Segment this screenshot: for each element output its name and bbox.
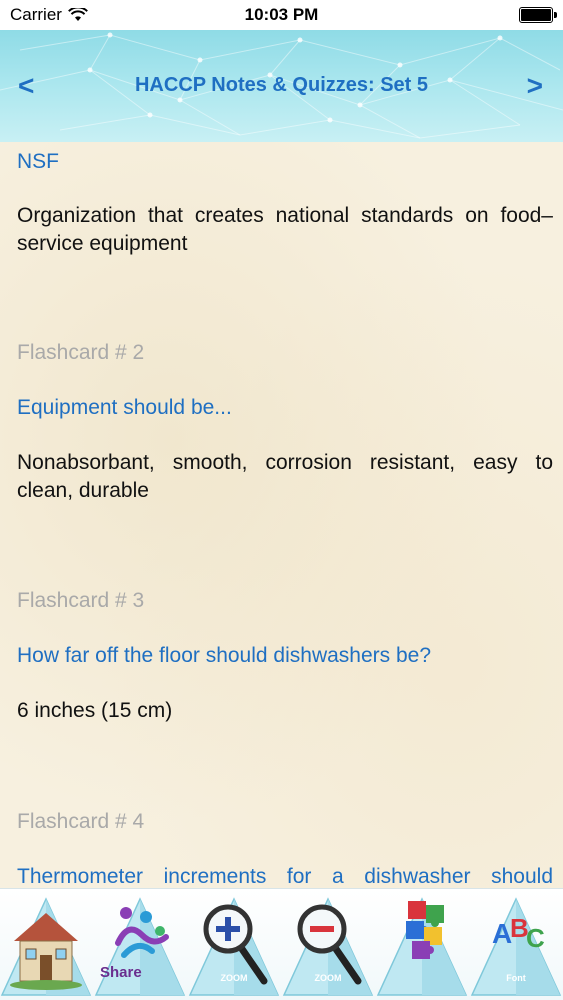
flashcard-list[interactable]: NSF Organization that creates national s…	[0, 142, 563, 888]
share-icon	[94, 897, 186, 996]
next-button[interactable]: >	[527, 70, 543, 102]
page-title: HACCP Notes & Quizzes: Set 5	[134, 74, 429, 96]
flashcard-answer: 6 inches (15 cm)	[17, 699, 173, 722]
flashcard-2: Flashcard # 2 Equipment should be... Non…	[17, 339, 553, 505]
share-label: Share	[100, 964, 142, 981]
flashcard-answer: Organization that creates national stand…	[17, 204, 553, 255]
zoom-in-button[interactable]: ZOOM	[188, 891, 280, 999]
zoom-out-button[interactable]: ZOOM	[282, 891, 374, 999]
home-icon	[0, 897, 92, 996]
flashcard-label: Flashcard # 4	[17, 810, 145, 833]
flashcard-4: Flashcard # 4 Thermometer increments for…	[17, 808, 553, 888]
svg-text:C: C	[526, 923, 545, 953]
flashcard-question: Equipment should be...	[17, 396, 232, 419]
flashcard-question: NSF	[17, 150, 59, 173]
puzzle-icon	[376, 897, 468, 996]
zoom-out-label: ZOOM	[314, 973, 342, 983]
flashcard-3: Flashcard # 3 How far off the floor shou…	[17, 587, 553, 725]
flashcard-1: NSF Organization that creates national s…	[17, 148, 553, 258]
prev-button[interactable]: <	[18, 70, 34, 102]
puzzle-button[interactable]	[376, 891, 468, 999]
font-button[interactable]: A B C Font	[470, 891, 562, 999]
font-label: Font	[506, 973, 526, 983]
flashcard-answer: Nonabsorbant, smooth, corrosion resistan…	[17, 451, 553, 502]
bottom-toolbar: Share ZOOM ZOOM A B C Font	[0, 888, 563, 1000]
nav-bar: < HACCP Notes & Quizzes: Set 5 >	[0, 30, 563, 142]
flashcard-label: Flashcard # 3	[17, 589, 145, 612]
status-bar: Carrier 10:03 PM	[0, 0, 563, 30]
battery-icon	[519, 7, 557, 23]
flashcard-label: Flashcard # 2	[17, 341, 145, 364]
flashcard-question: How far off the floor should dishwashers…	[17, 644, 432, 667]
flashcard-question: Thermometer increments for a dishwasher …	[17, 865, 553, 888]
status-time: 10:03 PM	[244, 5, 319, 24]
share-button[interactable]: Share	[94, 891, 186, 999]
home-button[interactable]	[0, 891, 92, 999]
zoom-in-label: ZOOM	[220, 973, 248, 983]
